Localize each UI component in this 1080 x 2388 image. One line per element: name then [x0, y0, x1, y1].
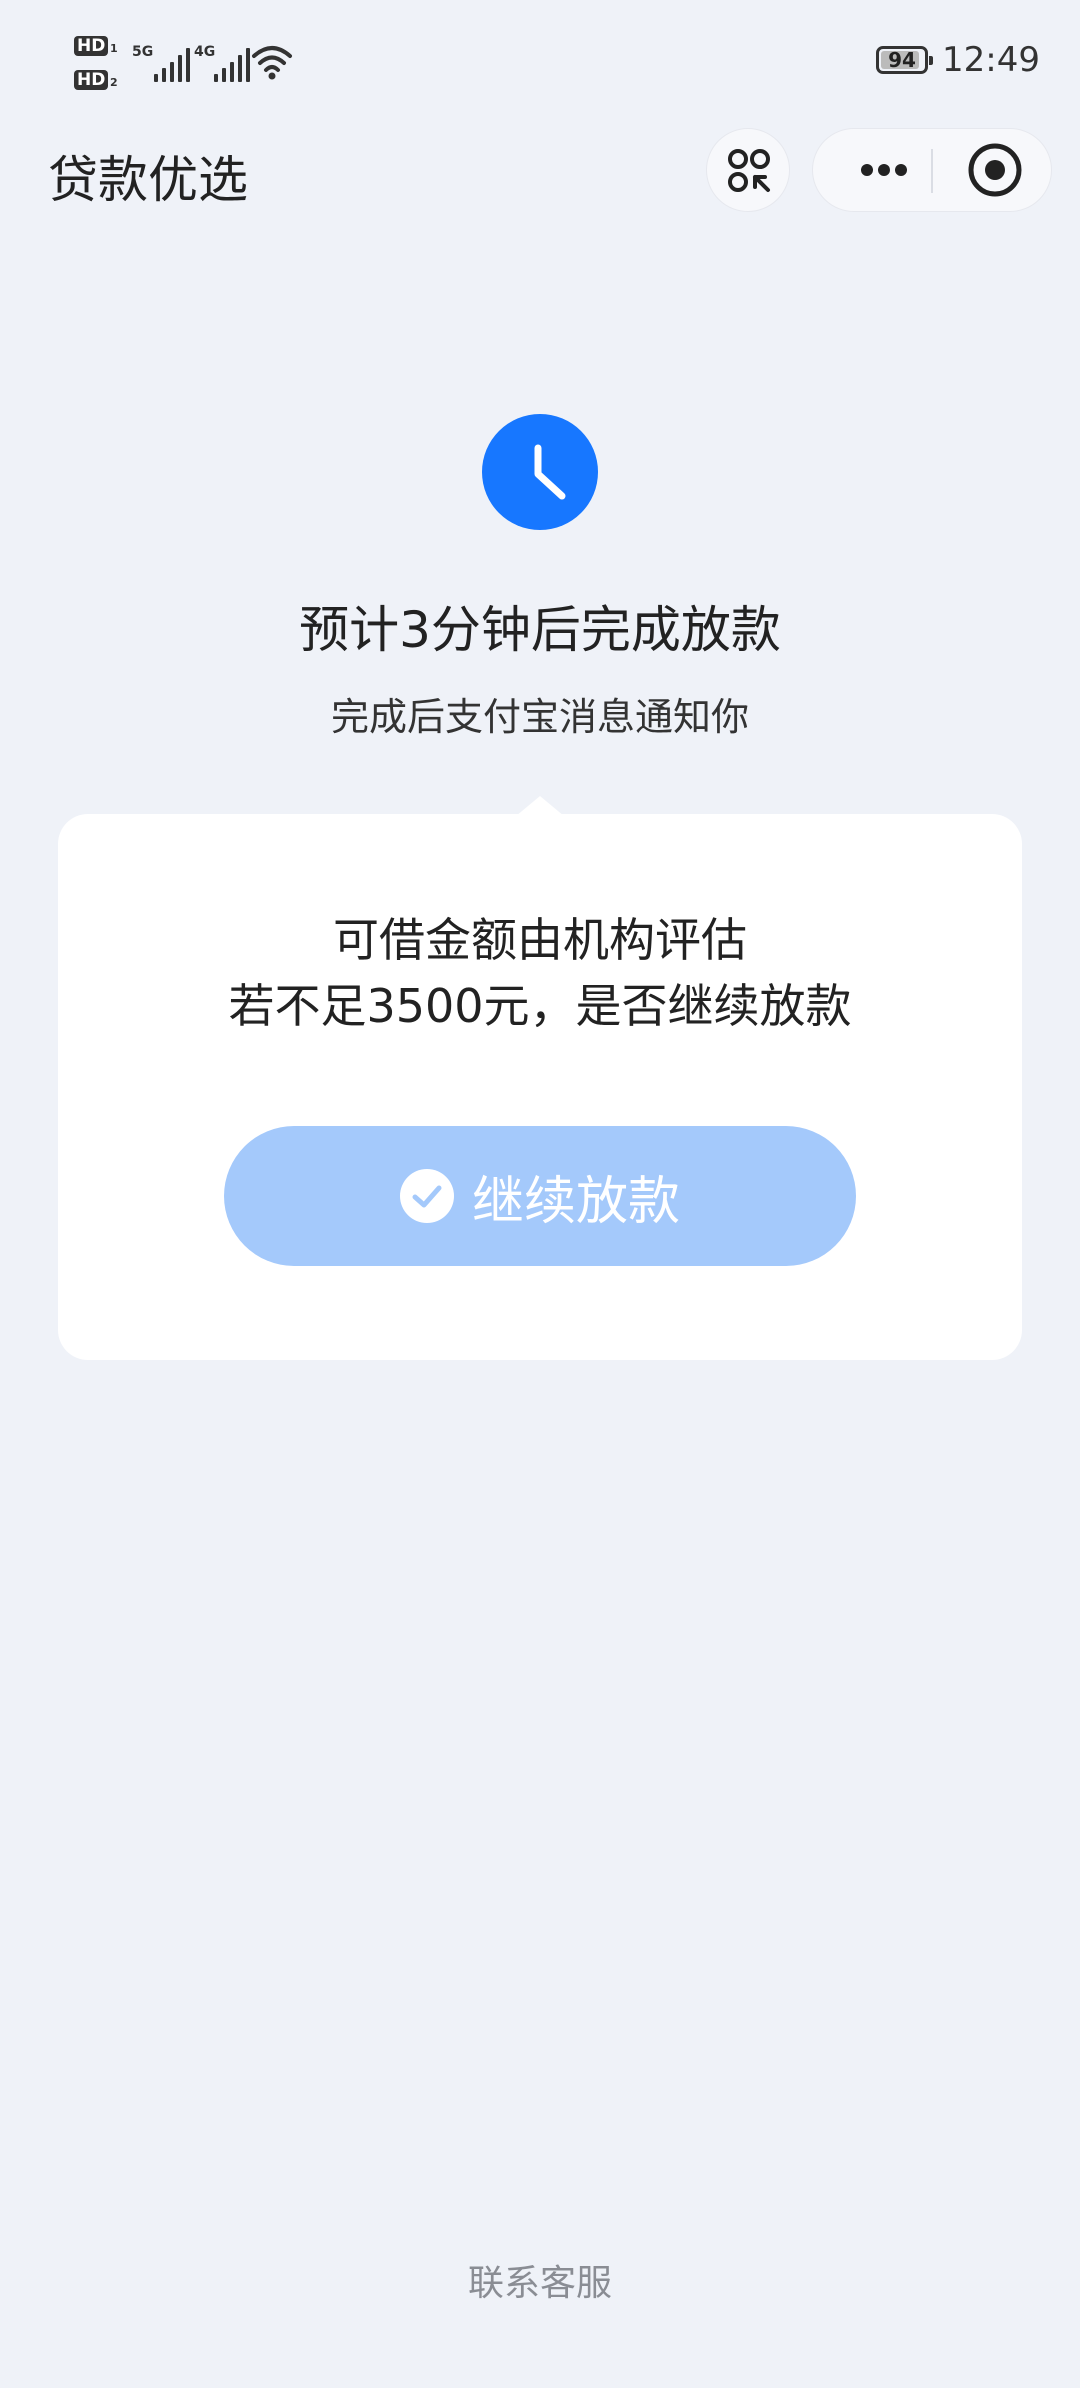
signal-bars-2-icon [214, 48, 250, 82]
status-bar: HD 1 HD 2 5G 4G 94 12:49 [0, 0, 1080, 120]
clock-icon [482, 414, 598, 530]
loan-prompt-card: 可借金额由机构评估 若不足3500元，是否继续放款 继续放款 [58, 814, 1022, 1360]
capsule-menu [812, 128, 1052, 212]
contact-support-link[interactable]: 联系客服 [0, 2254, 1080, 2306]
check-circle-icon [399, 1169, 454, 1223]
more-dots-icon [861, 164, 907, 176]
network-type-1: 5G [132, 44, 154, 60]
status-time: 12:49 [942, 40, 1040, 80]
card-text-line1: 可借金额由机构评估 [333, 913, 747, 967]
status-right: 94 12:49 [876, 40, 1040, 80]
capsule-divider [931, 149, 933, 193]
network-type-2: 4G [194, 44, 216, 60]
sim1-index: 1 [110, 42, 118, 55]
page-title: 贷款优选 [48, 151, 248, 209]
wifi-icon [252, 46, 292, 80]
continue-loan-label: 继续放款 [471, 1171, 680, 1232]
card-text-line2: 若不足3500元，是否继续放款 [228, 979, 852, 1033]
battery-icon: 94 [876, 46, 934, 74]
sim2-index: 2 [110, 76, 118, 89]
signal-bars-1-icon [154, 48, 190, 82]
headline: 预计3分钟后完成放款 [299, 601, 781, 659]
more-button[interactable] [839, 129, 929, 211]
scan-exit-icon [728, 149, 770, 192]
subline: 完成后支付宝消息通知你 [330, 695, 749, 739]
close-miniapp-button[interactable] [947, 129, 1043, 211]
sim2-badge: HD [74, 70, 109, 90]
target-circle-icon [968, 143, 1022, 197]
scan-exit-button[interactable] [706, 128, 790, 212]
card-pointer [516, 796, 564, 816]
battery-level: 94 [888, 48, 916, 72]
continue-loan-button[interactable]: 继续放款 [224, 1126, 856, 1266]
sim1-badge: HD [74, 36, 109, 56]
